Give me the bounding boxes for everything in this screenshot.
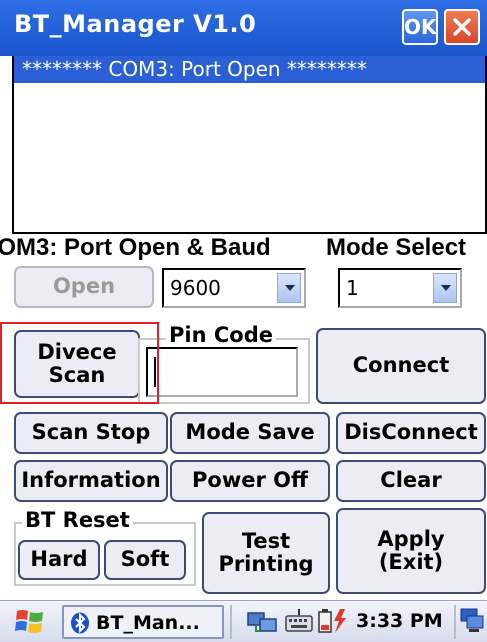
open-button[interactable]: Open <box>14 266 154 308</box>
keyboard-icon[interactable] <box>284 607 314 635</box>
baud-rate-select[interactable]: 9600 <box>162 268 306 308</box>
network-icon[interactable] <box>246 609 280 635</box>
chevron-down-icon <box>441 285 451 291</box>
apply-label-2: (Exit) <box>378 550 444 574</box>
taskbar-separator <box>454 605 456 639</box>
title-bar: BT_Manager V1.0 OK <box>0 0 487 56</box>
pin-code-input[interactable] <box>146 347 298 397</box>
baud-rate-value: 9600 <box>170 276 221 300</box>
apply-label-1: Apply <box>377 526 445 551</box>
highlight-frame <box>0 322 159 404</box>
connect-button[interactable]: Connect <box>316 328 486 404</box>
clear-button[interactable]: Clear <box>336 460 486 502</box>
windows-flag-icon[interactable] <box>14 607 46 637</box>
scan-stop-button[interactable]: Scan Stop <box>14 412 168 454</box>
battery-icon[interactable] <box>316 607 350 635</box>
test-printing-label-1: Test <box>241 528 291 553</box>
pin-code-legend: Pin Code <box>166 323 276 347</box>
clock[interactable]: 3:33 PM <box>356 610 443 632</box>
information-button[interactable]: Information <box>14 460 168 502</box>
bt-reset-legend: BT Reset <box>22 508 133 532</box>
mode-dropdown-arrow[interactable] <box>433 273 457 303</box>
ok-button[interactable]: OK <box>402 9 438 45</box>
mode-value: 1 <box>346 276 359 300</box>
chevron-down-icon <box>285 285 295 291</box>
test-printing-label-2: Printing <box>218 552 314 576</box>
window-title: BT_Manager V1.0 <box>14 10 257 38</box>
close-icon <box>453 18 471 36</box>
mode-save-button[interactable]: Mode Save <box>170 412 330 454</box>
port-status-label: COM3: Port Open & Baud <box>0 234 271 261</box>
power-off-button[interactable]: Power Off <box>170 460 330 502</box>
disconnect-button[interactable]: DisConnect <box>336 412 486 454</box>
soft-reset-button[interactable]: Soft <box>104 540 186 580</box>
mode-select-label: Mode Select <box>326 234 467 261</box>
log-list[interactable]: ******** COM3: Port Open ******** <box>12 56 487 234</box>
desktop-icon[interactable] <box>460 608 484 634</box>
task-label: BT_Man... <box>96 612 200 634</box>
close-button[interactable] <box>444 9 480 45</box>
mode-select[interactable]: 1 <box>338 268 462 308</box>
hard-reset-button[interactable]: Hard <box>18 540 100 580</box>
test-printing-button[interactable]: Test Printing <box>202 512 330 594</box>
taskbar-separator <box>230 605 232 639</box>
apply-exit-button[interactable]: Apply (Exit) <box>336 508 486 594</box>
bluetooth-icon <box>71 612 89 634</box>
baud-dropdown-arrow[interactable] <box>277 273 301 303</box>
log-line-selected[interactable]: ******** COM3: Port Open ******** <box>14 56 485 83</box>
task-button-bt-manager[interactable]: BT_Man... <box>62 605 224 639</box>
taskbar: BT_Man... 3:33 PM <box>0 600 487 642</box>
